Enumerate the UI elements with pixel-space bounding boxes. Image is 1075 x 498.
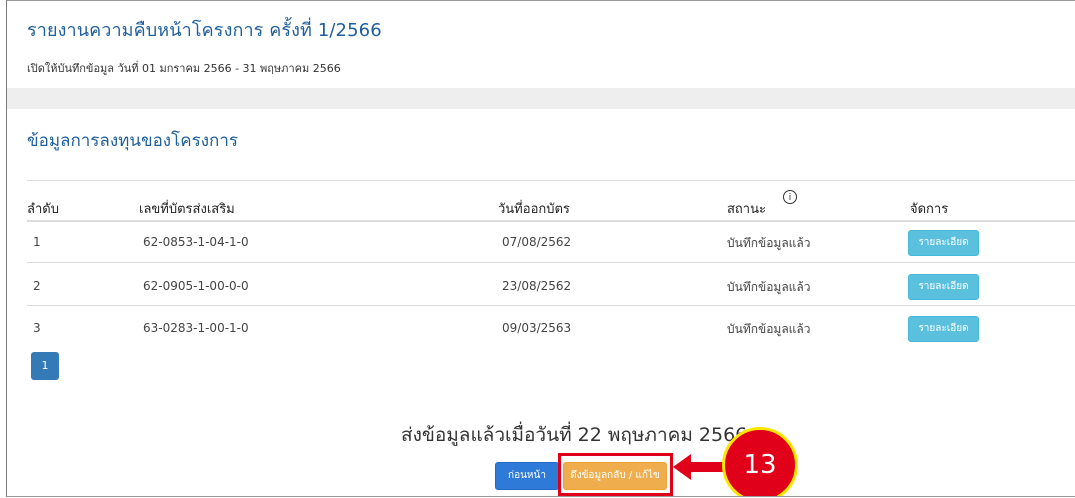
- column-header-issue-date: วันที่ออกบัตร: [498, 202, 570, 217]
- detail-button[interactable]: รายละเอียด: [908, 274, 979, 300]
- row-status: บันทึกข้อมูลแล้ว: [727, 280, 811, 294]
- section-divider-band: [7, 88, 1075, 109]
- page-title: รายงานความคืบหน้าโครงการ ครั้งที่ 1/2566: [27, 20, 382, 41]
- detail-button[interactable]: รายละเอียด: [908, 230, 979, 256]
- row-certificate: 63-0283-1-00-1-0: [143, 321, 249, 335]
- section-title: ข้อมูลการลงทุนของโครงการ: [27, 131, 239, 151]
- table-top-rule: [27, 180, 1075, 181]
- detail-button[interactable]: รายละเอียด: [908, 316, 979, 342]
- recording-period-text: เปิดให้บันทึกข้อมูล วันที่ 01 มกราคม 256…: [27, 62, 341, 75]
- column-header-no: ลำดับ: [27, 202, 59, 217]
- row-no: 1: [33, 235, 41, 249]
- row-no: 3: [33, 321, 41, 335]
- submitted-date-text: ส่งข้อมูลแล้วเมื่อวันที่ 22 พฤษภาคม 2566: [401, 424, 748, 446]
- row-no: 2: [33, 279, 41, 293]
- pagination-page-1[interactable]: 1: [31, 352, 59, 380]
- row-divider: [27, 262, 1075, 263]
- table-header-rule: [27, 220, 1075, 222]
- column-header-manage: จัดการ: [910, 202, 949, 217]
- row-issue-date: 07/08/2562: [502, 235, 572, 249]
- row-status: บันทึกข้อมูลแล้ว: [727, 322, 811, 336]
- step-number-badge: 13: [722, 427, 798, 496]
- info-circle-icon[interactable]: i: [783, 190, 797, 204]
- row-status: บันทึกข้อมูลแล้ว: [727, 236, 811, 250]
- back-button[interactable]: ก่อนหน้า: [495, 462, 559, 490]
- pull-back-edit-button[interactable]: ดึงข้อมูลกลับ / แก้ไข: [563, 462, 667, 490]
- report-panel: รายงานความคืบหน้าโครงการ ครั้งที่ 1/2566…: [6, 0, 1075, 497]
- row-issue-date: 09/03/2563: [502, 321, 572, 335]
- column-header-status: สถานะ: [727, 202, 766, 217]
- column-header-certificate: เลขที่บัตรส่งเสริม: [139, 202, 235, 217]
- row-divider: [27, 305, 1075, 306]
- row-certificate: 62-0853-1-04-1-0: [143, 235, 249, 249]
- row-certificate: 62-0905-1-00-0-0: [143, 279, 249, 293]
- row-issue-date: 23/08/2562: [502, 279, 572, 293]
